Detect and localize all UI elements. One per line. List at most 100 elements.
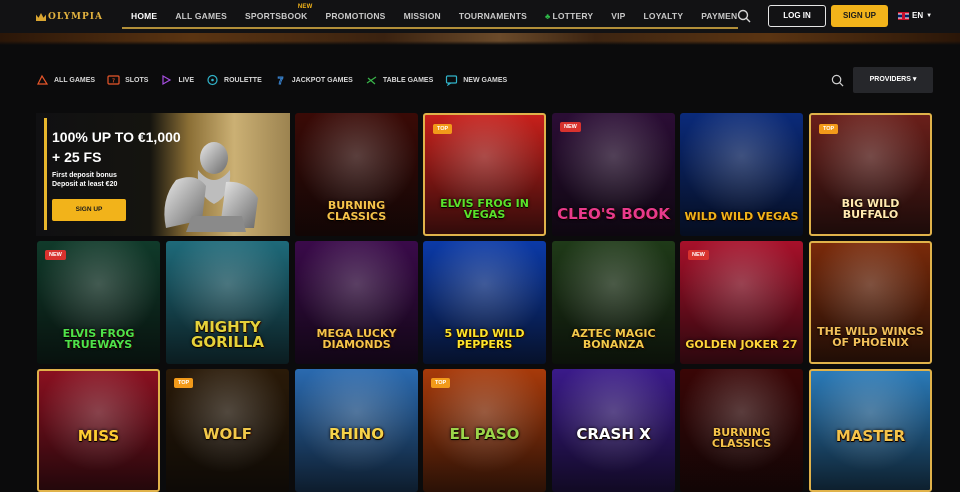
language-selector[interactable]: EN ▼ bbox=[898, 11, 932, 20]
game-title: CLEO'S BOOK bbox=[557, 205, 670, 223]
promo-subtitle: First deposit bonus bbox=[52, 172, 117, 179]
game-tile[interactable]: BURNING CLASSICS bbox=[680, 369, 803, 492]
top-badge: TOP bbox=[174, 378, 194, 388]
nav-label: ALL GAMES bbox=[175, 11, 228, 21]
game-title: AZTEC MAGIC BONANZA bbox=[571, 327, 656, 351]
all-games-icon bbox=[37, 74, 49, 85]
game-title: GOLDEN JOKER 27 bbox=[685, 338, 798, 351]
game-tile[interactable]: GOLDEN JOKER 27 NEW bbox=[680, 241, 803, 364]
live-icon bbox=[162, 74, 172, 86]
clover-icon: ♣ bbox=[545, 12, 551, 21]
category-label: SLOTS bbox=[125, 76, 149, 84]
game-tile[interactable]: ELVIS FROG IN VEGAS TOP bbox=[423, 113, 546, 236]
category-label: TABLE GAMES bbox=[382, 76, 434, 84]
promo-min-deposit: Deposit at least €20 bbox=[52, 181, 118, 188]
jackpot-icon: 7 bbox=[277, 76, 284, 86]
game-tile[interactable]: WOLF TOP bbox=[166, 369, 289, 492]
game-tile[interactable]: RHINO bbox=[295, 369, 418, 492]
logo-text: OLYMPIA bbox=[48, 12, 103, 22]
top-header: OLYMPIA HOME ALL GAMES SPORTSBOOK NEW PROMOT… bbox=[0, 0, 960, 33]
search-games-icon[interactable] bbox=[831, 74, 844, 87]
search-icon[interactable] bbox=[737, 9, 751, 23]
login-button[interactable]: LOG IN bbox=[768, 5, 826, 27]
game-title: MISS bbox=[77, 427, 120, 445]
game-title: EL PASO bbox=[449, 425, 520, 443]
category-live[interactable]: LIVE bbox=[160, 74, 194, 86]
nav-label: PAYMENTS bbox=[701, 11, 737, 21]
top-badge: TOP bbox=[819, 124, 839, 134]
game-tile[interactable]: CLEO'S BOOK NEW bbox=[552, 113, 675, 236]
game-tile[interactable]: MIGHTY GORILLA bbox=[166, 241, 289, 364]
header-banner-strip bbox=[0, 33, 960, 45]
game-title: BIG WILD BUFFALO bbox=[841, 197, 900, 221]
nav-label: HOME bbox=[131, 11, 158, 21]
new-badge: NEW bbox=[688, 250, 709, 260]
game-tile[interactable]: AZTEC MAGIC BONANZA bbox=[552, 241, 675, 364]
nav-label: MISSION bbox=[403, 11, 441, 21]
svg-text:7: 7 bbox=[277, 76, 283, 86]
game-title: ELVIS FROG TRUEWAYS bbox=[62, 327, 135, 351]
category-all-games[interactable]: ALL GAMES bbox=[36, 74, 95, 86]
category-new-games[interactable]: NEW GAMES bbox=[445, 74, 507, 86]
game-tile[interactable]: EL PASO TOP bbox=[423, 369, 546, 492]
promo-accent-bar bbox=[44, 118, 47, 230]
game-tile[interactable]: MEGA LUCKY DIAMONDS bbox=[295, 241, 418, 364]
game-title: RHINO bbox=[329, 425, 384, 443]
table-games-icon bbox=[366, 76, 377, 85]
game-title: MIGHTY GORILLA bbox=[191, 318, 264, 351]
svg-text:7: 7 bbox=[112, 79, 115, 85]
game-tile[interactable]: THE WILD WINGS OF PHOENIX bbox=[809, 241, 932, 364]
game-tile[interactable]: BIG WILD BUFFALO TOP bbox=[809, 113, 932, 236]
promo-signup-button[interactable]: SIGN UP bbox=[52, 199, 126, 221]
category-slots[interactable]: 7 SLOTS bbox=[107, 74, 148, 86]
category-label: NEW GAMES bbox=[463, 76, 508, 84]
logo[interactable]: OLYMPIA bbox=[36, 9, 103, 25]
game-title: CRASH X bbox=[576, 425, 651, 443]
category-label: LIVE bbox=[178, 76, 195, 84]
game-title: 5 WILD WILD PEPPERS bbox=[444, 327, 525, 351]
category-jackpot-games[interactable]: 7 JACKPOT GAMES bbox=[274, 74, 353, 86]
promo-headline: 100% UP TO €1,000 bbox=[52, 129, 181, 145]
new-badge: NEW bbox=[297, 4, 313, 10]
roulette-icon bbox=[207, 74, 218, 86]
signup-button[interactable]: SIGN UP bbox=[831, 5, 888, 27]
slots-icon: 7 bbox=[107, 75, 120, 85]
game-tile[interactable]: BURNING CLASSICS bbox=[295, 113, 418, 236]
category-table-games[interactable]: TABLE GAMES bbox=[365, 74, 433, 86]
providers-dropdown[interactable]: PROVIDERS ▾ bbox=[853, 67, 933, 93]
crown-icon bbox=[36, 13, 46, 21]
nav-label: TOURNAMENTS bbox=[458, 11, 528, 21]
game-tile[interactable]: ELVIS FROG TRUEWAYS NEW bbox=[37, 241, 160, 364]
top-badge: TOP bbox=[433, 124, 453, 134]
providers-label: PROVIDERS bbox=[869, 76, 911, 83]
nav-label: VIP bbox=[611, 11, 626, 21]
game-title: ELVIS FROG IN VEGAS bbox=[440, 197, 529, 221]
game-tile[interactable]: MASTER bbox=[809, 369, 932, 492]
game-title: THE WILD WINGS OF PHOENIX bbox=[817, 325, 924, 349]
nav-label: PROMOTIONS bbox=[325, 11, 386, 21]
game-tile[interactable]: 5 WILD WILD PEPPERS bbox=[423, 241, 546, 364]
promo-free-spins: + 25 FS bbox=[52, 149, 102, 165]
game-title: BURNING CLASSICS bbox=[326, 199, 387, 223]
game-title: WOLF bbox=[202, 425, 253, 443]
nav-label: LOYALTY bbox=[643, 11, 684, 21]
language-label: EN bbox=[912, 11, 924, 20]
nav-label: LOTTERY bbox=[552, 11, 594, 21]
game-title: WILD WILD VEGAS bbox=[684, 210, 799, 223]
top-badge: TOP bbox=[431, 378, 451, 388]
game-title: BURNING CLASSICS bbox=[711, 426, 772, 450]
nav-label: SPORTSBOOK bbox=[245, 11, 308, 21]
new-games-icon bbox=[446, 75, 458, 86]
game-title: MASTER bbox=[835, 427, 906, 445]
new-badge: NEW bbox=[45, 250, 66, 260]
game-tile[interactable]: CRASH X bbox=[552, 369, 675, 492]
game-tile[interactable]: MISS bbox=[37, 369, 160, 492]
category-roulette[interactable]: ROULETTE bbox=[206, 74, 262, 86]
chevron-down-icon: ▼ bbox=[926, 12, 933, 19]
category-label: ROULETTE bbox=[224, 76, 262, 84]
category-label: ALL GAMES bbox=[54, 76, 96, 84]
uk-flag-icon bbox=[898, 11, 909, 20]
game-title: MEGA LUCKY DIAMONDS bbox=[316, 327, 397, 351]
game-tile[interactable]: WILD WILD VEGAS bbox=[680, 113, 803, 236]
new-badge: NEW bbox=[560, 122, 581, 132]
